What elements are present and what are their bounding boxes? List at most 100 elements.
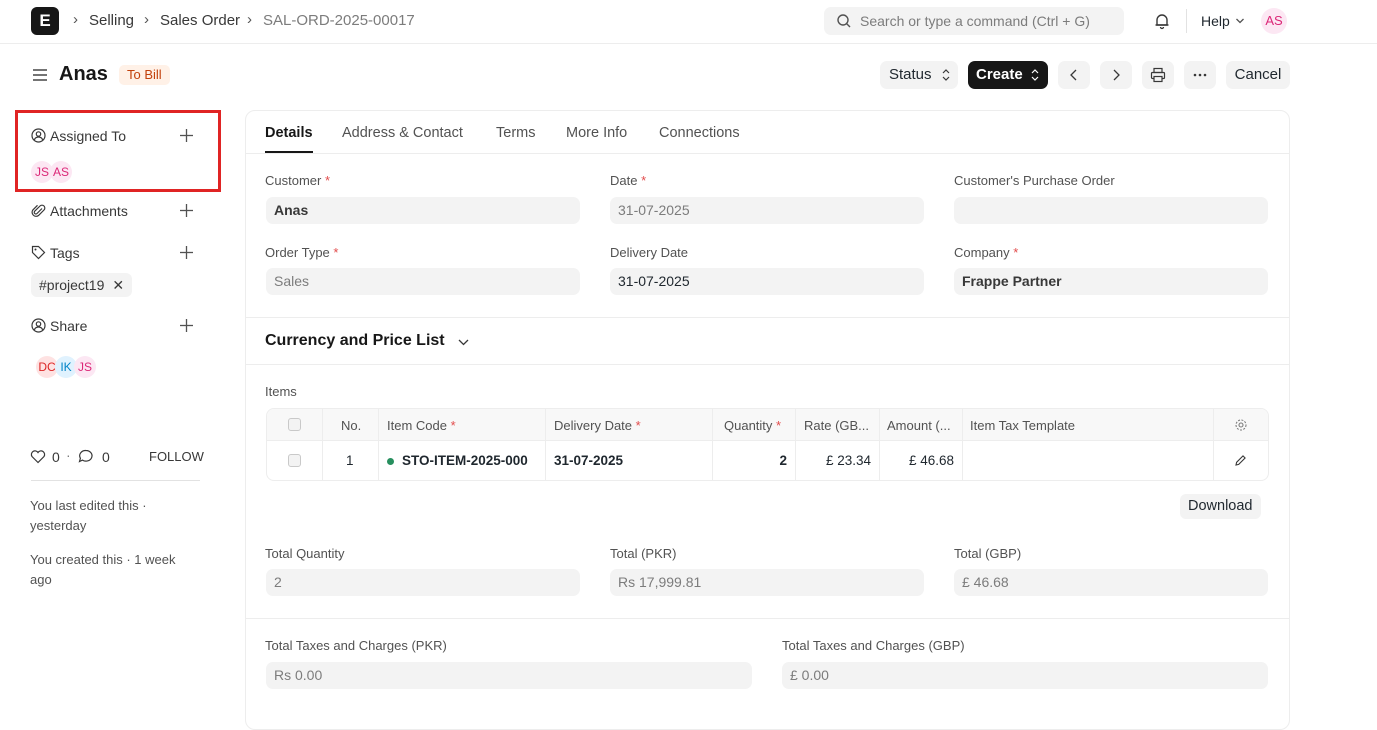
- attachments-label: Attachments: [50, 203, 128, 219]
- company-field[interactable]: Frappe Partner: [954, 268, 1268, 295]
- tab-details[interactable]: Details: [265, 125, 313, 141]
- add-assignment-icon[interactable]: [179, 128, 194, 143]
- user-avatar[interactable]: AS: [1261, 8, 1287, 34]
- customer-po-field[interactable]: [954, 197, 1268, 224]
- add-attachment-icon[interactable]: [179, 203, 194, 218]
- chevron-down-icon: [1236, 18, 1244, 24]
- column-header-rate: Rate (GB...: [804, 418, 870, 433]
- add-tag-icon[interactable]: [179, 245, 194, 260]
- download-button[interactable]: Download: [1180, 494, 1261, 519]
- tab-more-info[interactable]: More Info: [566, 125, 627, 141]
- total-gbp-field: £ 46.68: [954, 569, 1268, 596]
- taxes-pkr-label: Total Taxes and Charges (PKR): [265, 638, 447, 653]
- tab-connections[interactable]: Connections: [659, 125, 740, 141]
- date-field[interactable]: 31-07-2025: [610, 197, 924, 224]
- chevron-right-icon: [1113, 69, 1120, 81]
- create-button[interactable]: Create: [968, 61, 1048, 89]
- breadcrumb-sales-order[interactable]: Sales Order: [160, 12, 240, 29]
- column-header-quantity: Quantity *: [724, 418, 782, 433]
- like-count: 0: [52, 449, 60, 465]
- last-edited-text: You last edited this · yesterday: [30, 498, 147, 533]
- sort-icon: [942, 69, 950, 81]
- date-label: Date *: [610, 173, 647, 188]
- sort-icon: [1031, 69, 1039, 81]
- previous-doc-button[interactable]: [1058, 61, 1090, 89]
- cancel-button[interactable]: Cancel: [1226, 61, 1290, 89]
- select-all-checkbox[interactable]: [288, 418, 301, 431]
- shared-user-avatar[interactable]: JS: [74, 356, 96, 378]
- sidebar-divider: [31, 480, 200, 481]
- gear-icon[interactable]: [1234, 418, 1248, 432]
- help-dropdown[interactable]: Help: [1201, 13, 1230, 29]
- add-share-icon[interactable]: [179, 318, 194, 333]
- assigned-to-label: Assigned To: [50, 128, 127, 144]
- comment-icon[interactable]: [78, 449, 94, 464]
- section-divider: [246, 364, 1289, 365]
- total-quantity-field: 2: [266, 569, 580, 596]
- user-assign-icon: [31, 128, 46, 143]
- item-code-cell[interactable]: STO-ITEM-2025-000: [402, 453, 538, 468]
- chevron-down-icon[interactable]: [457, 337, 470, 347]
- status-button[interactable]: Status: [880, 61, 958, 89]
- more-actions-button[interactable]: [1184, 61, 1216, 89]
- more-horizontal-icon: [1193, 73, 1207, 77]
- column-header-item-tax-template: Item Tax Template: [970, 418, 1076, 433]
- assignee-avatar[interactable]: AS: [50, 161, 72, 183]
- next-doc-button[interactable]: [1100, 61, 1132, 89]
- share-label: Share: [50, 318, 88, 334]
- print-button[interactable]: [1142, 61, 1174, 89]
- search-placeholder: Search or type a command (Ctrl + G): [860, 13, 1090, 29]
- printer-icon: [1150, 67, 1166, 83]
- bell-icon[interactable]: [1153, 12, 1171, 30]
- total-gbp-label: Total (GBP): [954, 546, 1022, 561]
- customer-field[interactable]: Anas: [266, 197, 580, 224]
- chevron-right-icon: ›: [144, 11, 149, 28]
- breadcrumb-current-doc[interactable]: SAL-ORD-2025-00017: [263, 12, 415, 29]
- column-divider: [962, 409, 963, 480]
- breadcrumb-selling[interactable]: Selling: [89, 12, 134, 29]
- edit-pencil-icon[interactable]: [1234, 454, 1247, 467]
- separator-dot: ·: [66, 447, 71, 463]
- quantity-cell[interactable]: 2: [722, 453, 787, 468]
- tab-address-contact[interactable]: Address & Contact: [342, 125, 463, 141]
- navbar-divider: [1186, 9, 1187, 33]
- app-logo[interactable]: E: [31, 7, 59, 35]
- total-pkr-field: Rs 17,999.81: [610, 569, 924, 596]
- status-dot-icon: [387, 458, 394, 465]
- order-type-field[interactable]: Sales: [266, 268, 580, 295]
- status-badge: To Bill: [119, 65, 170, 85]
- heart-icon[interactable]: [30, 449, 46, 464]
- column-divider: [378, 409, 379, 480]
- column-divider: [322, 409, 323, 480]
- amount-cell: £ 46.68: [908, 453, 954, 468]
- chevron-left-icon: [1070, 69, 1077, 81]
- tag-chip[interactable]: #project19 ✕: [31, 273, 133, 297]
- row-checkbox[interactable]: [288, 454, 301, 467]
- menu-icon[interactable]: [32, 67, 48, 83]
- column-divider: [879, 409, 880, 480]
- customer-po-label: Customer's Purchase Order: [954, 173, 1115, 188]
- follow-button[interactable]: FOLLOW: [149, 449, 204, 464]
- chevron-right-icon: ›: [73, 11, 78, 28]
- status-button-label: Status: [889, 66, 932, 83]
- section-divider: [246, 317, 1289, 318]
- page-title: Anas: [59, 63, 108, 85]
- tag-chip-label: #project19: [39, 277, 105, 293]
- delivery-date-field[interactable]: 31-07-2025: [610, 268, 924, 295]
- chevron-right-icon: ›: [247, 11, 252, 28]
- column-header-delivery-date: Delivery Date *: [554, 418, 641, 433]
- taxes-pkr-field: Rs 0.00: [266, 662, 752, 689]
- section-divider: [246, 618, 1289, 619]
- column-divider: [545, 409, 546, 480]
- search-input[interactable]: Search or type a command (Ctrl + G): [824, 7, 1124, 35]
- search-icon: [837, 14, 851, 28]
- close-icon[interactable]: ✕: [112, 277, 124, 293]
- total-pkr-label: Total (PKR): [610, 546, 677, 561]
- currency-section-toggle[interactable]: Currency and Price List: [265, 332, 445, 350]
- row-number: 1: [346, 453, 354, 468]
- rate-cell[interactable]: £ 23.34: [804, 453, 871, 468]
- comment-count: 0: [102, 449, 110, 465]
- tabs-divider: [246, 153, 1289, 154]
- tab-terms[interactable]: Terms: [496, 125, 535, 141]
- delivery-date-cell[interactable]: 31-07-2025: [554, 453, 623, 468]
